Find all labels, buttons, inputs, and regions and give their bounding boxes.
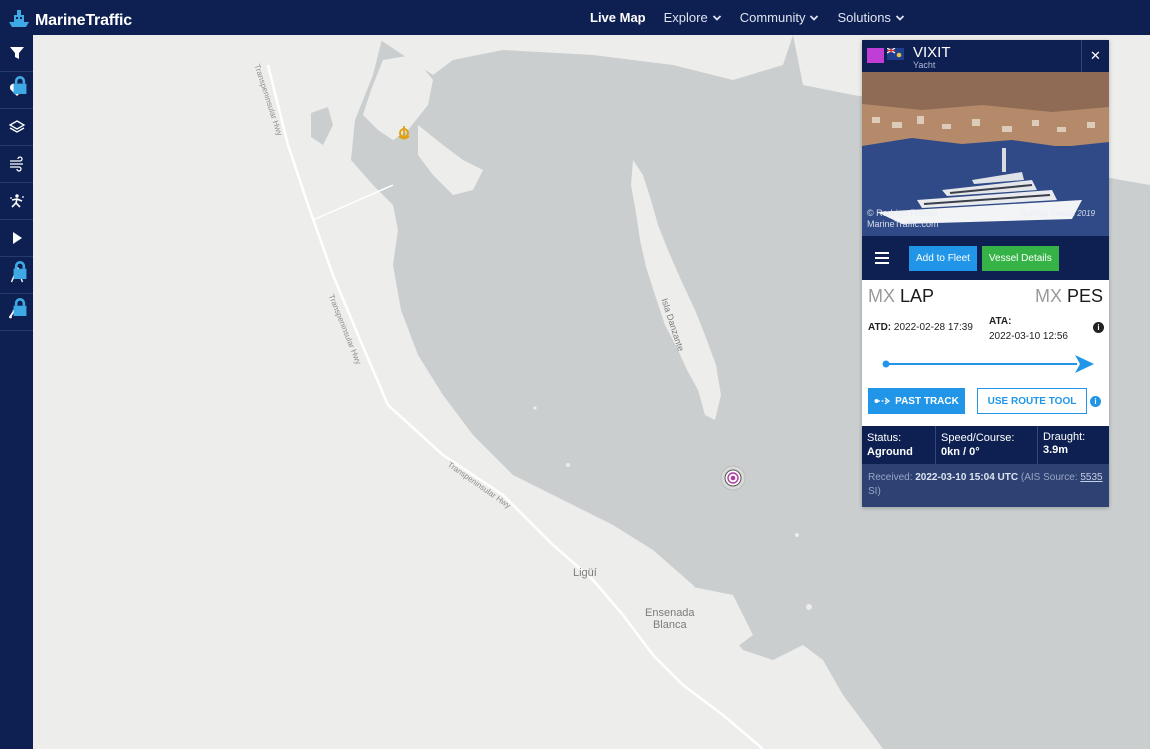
vessel-type: Yacht: [913, 60, 936, 70]
route-tool-button[interactable]: USE ROUTE TOOL: [977, 388, 1087, 414]
measure-button[interactable]: [0, 257, 33, 294]
brand-name: MarineTraffic: [35, 12, 132, 29]
info-icon[interactable]: i: [1093, 322, 1104, 333]
lock-icon: [13, 76, 27, 94]
ais-source-suffix: SI): [868, 486, 881, 497]
ata-info: ATA: 2022-03-10 12:56: [989, 314, 1068, 344]
logo[interactable]: MarineTraffic: [6, 5, 132, 31]
my-fleets-button[interactable]: [0, 72, 33, 109]
analytics-button[interactable]: [0, 294, 33, 331]
lock-icon: [13, 298, 27, 316]
photo-signature: Rodrigo Freitas 2019: [1020, 209, 1095, 218]
ship-logo-icon: [9, 10, 29, 27]
map-toolbar: [0, 35, 33, 749]
density-icon: [9, 194, 24, 208]
destination-port-code[interactable]: PES: [1067, 286, 1103, 306]
main-nav: Live Map Explore Community Solutions: [590, 0, 923, 35]
voyage-info: MX LAP MX PES ATD: 2022-02-28 17:39 ATA:…: [862, 280, 1109, 426]
departure-port-code[interactable]: LAP: [900, 286, 934, 306]
chevron-down-icon: [810, 14, 819, 21]
nav-solutions-label: Solutions: [837, 10, 891, 25]
density-maps-button[interactable]: [0, 183, 33, 220]
speed-course-value: 0kn / 0°: [941, 446, 980, 458]
atd-info: ATD: 2022-02-28 17:39: [868, 322, 973, 333]
status-value: Aground: [867, 446, 913, 458]
ais-source-label: (AIS Source:: [1020, 472, 1078, 483]
nav-community-label: Community: [739, 10, 806, 25]
nav-explore-label: Explore: [663, 10, 708, 25]
status-label: Status:: [867, 432, 902, 444]
vessel-type-icon: [867, 48, 884, 63]
chevron-down-icon: [712, 14, 721, 21]
vessel-status-bar: Status: Aground Speed/Course: 0kn / 0° D…: [862, 426, 1109, 464]
destination-country-code: MX: [1034, 286, 1062, 306]
play-icon: [12, 232, 22, 244]
ais-source-link[interactable]: 5535: [1080, 472, 1102, 483]
past-track-button[interactable]: PAST TRACK: [868, 388, 965, 414]
hamburger-menu-icon: [875, 252, 889, 264]
speed-course-cell: Speed/Course: 0kn / 0°: [935, 426, 1037, 464]
photo-credit-line: MarineTraffic.com: [867, 219, 939, 229]
vessel-panel-header: VIXIT Yacht ✕: [862, 40, 1109, 72]
photo-credit: © Rodrigo Freitas MarineTraffic.com: [867, 208, 939, 230]
received-info: Received: 2022-03-10 15:04 UTC (AIS Sour…: [862, 464, 1109, 507]
vessel-action-bar: Add to Fleet Vessel Details: [862, 236, 1109, 280]
departure-port: MX LAP: [868, 286, 934, 307]
lock-icon: [13, 261, 27, 279]
draught-cell: Draught: 3.9m: [1037, 426, 1109, 464]
filter-icon: [9, 47, 24, 59]
town-label-line: Blanca: [652, 619, 687, 631]
received-time: 2022-03-10 15:04 UTC: [915, 472, 1019, 483]
close-button[interactable]: ✕: [1081, 40, 1109, 72]
flag-icon: [887, 48, 904, 60]
departure-country-code: MX: [868, 286, 895, 306]
vessel-menu-button[interactable]: [862, 236, 902, 280]
layers-icon: [8, 120, 25, 133]
past-track-label: PAST TRACK: [895, 395, 959, 407]
atd-value: 2022-02-28 17:39: [893, 322, 973, 333]
filter-button[interactable]: [0, 35, 33, 72]
atd-label: ATD:: [868, 322, 892, 333]
town-label-ensenada-blanca: Ensenada Blanca: [645, 607, 695, 631]
nav-live-map[interactable]: Live Map: [590, 10, 646, 25]
weather-button[interactable]: [0, 146, 33, 183]
nav-live-map-label: Live Map: [590, 10, 646, 25]
chevron-down-icon: [895, 14, 905, 21]
nav-solutions[interactable]: Solutions: [837, 10, 905, 25]
close-icon: ✕: [1090, 48, 1101, 63]
status-cell: Status: Aground: [862, 426, 935, 464]
ata-label: ATA:: [989, 316, 1012, 327]
vessel-info-panel: VIXIT Yacht ✕ © Rodrigo Freitas MarineTr…: [862, 40, 1109, 507]
playback-button[interactable]: [0, 220, 33, 257]
photo-credit-line: © Rodrigo Freitas: [867, 208, 938, 218]
add-to-fleet-button[interactable]: Add to Fleet: [909, 245, 977, 271]
voyage-progress-arrow: [882, 355, 1094, 373]
vessel-name: VIXIT: [913, 44, 951, 61]
ata-value: 2022-03-10 12:56: [989, 331, 1068, 342]
draught-label: Draught:: [1043, 431, 1086, 443]
vessel-details-button[interactable]: Vessel Details: [981, 245, 1059, 271]
layers-button[interactable]: [0, 109, 33, 146]
info-icon[interactable]: i: [1090, 396, 1101, 407]
town-label-line: Ensenada: [645, 607, 695, 619]
speed-course-label: Speed/Course:: [941, 432, 1015, 444]
town-label-ligui: Ligüí: [573, 567, 597, 579]
nav-explore[interactable]: Explore: [664, 10, 722, 25]
vessel-position-marker[interactable]: [720, 465, 746, 491]
draught-value: 3.9m: [1043, 444, 1069, 456]
vessel-photo[interactable]: © Rodrigo Freitas MarineTraffic.com Rodr…: [862, 72, 1109, 236]
nav-community[interactable]: Community: [740, 10, 820, 25]
destination-port: MX PES: [1035, 286, 1103, 307]
top-navigation-bar: MarineTraffic Live Map Explore Community…: [0, 0, 1150, 35]
wind-icon: [9, 156, 23, 172]
received-label: Received:: [868, 472, 913, 483]
track-icon: [874, 397, 891, 405]
